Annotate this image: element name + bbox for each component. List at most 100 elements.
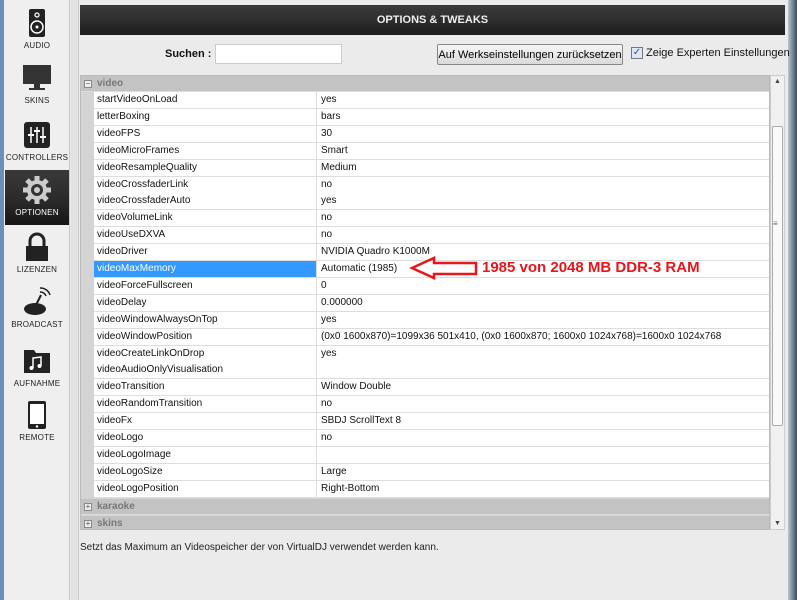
- group-label: karaoke: [97, 500, 135, 512]
- setting-value[interactable]: Smart: [317, 143, 769, 159]
- setting-value[interactable]: (0x0 1600x870)=1099x36 501x410, (0x0 160…: [317, 329, 769, 345]
- scroll-up-icon[interactable]: ▲: [774, 78, 781, 85]
- sidebar-item-skins[interactable]: SKINS: [5, 63, 69, 105]
- setting-name: videoLogo: [94, 430, 317, 446]
- setting-name: videoLogoImage: [94, 446, 317, 463]
- speaker-icon: [29, 9, 45, 37]
- setting-value[interactable]: 0.000000: [317, 295, 769, 311]
- sidebar-item-label: OPTIONEN: [15, 208, 59, 217]
- setting-name: videoFx: [94, 413, 317, 430]
- table-row[interactable]: videoDelay 0.000000: [94, 294, 769, 312]
- setting-name: videoMicroFrames: [94, 142, 317, 159]
- setting-value[interactable]: Window Double: [317, 379, 769, 395]
- setting-name: videoForceFullscreen: [94, 277, 317, 294]
- setting-value[interactable]: no: [317, 177, 769, 193]
- sidebar-item-optionen[interactable]: OPTIONEN: [5, 170, 69, 225]
- setting-value[interactable]: Right-Bottom: [317, 481, 769, 497]
- setting-value[interactable]: yes: [317, 193, 769, 209]
- sidebar-separator: [71, 0, 79, 600]
- search-label: Suchen :: [165, 48, 212, 60]
- group-label: video: [97, 78, 124, 89]
- table-row[interactable]: startVideoOnLoad yes: [94, 92, 769, 109]
- sidebar-item-controllers[interactable]: CONTROLLERS: [5, 120, 69, 162]
- setting-value[interactable]: yes: [317, 312, 769, 328]
- table-row[interactable]: videoAudioOnlyVisualisation: [94, 362, 769, 380]
- scrollbar-thumb[interactable]: [772, 126, 783, 426]
- table-row[interactable]: videoCrossfaderAuto yes: [94, 193, 769, 211]
- table-row[interactable]: videoResampleQuality Medium: [94, 159, 769, 177]
- sidebar-item-label: SKINS: [24, 96, 50, 105]
- group-karaoke[interactable]: + karaoke: [81, 498, 769, 515]
- setting-description: Setzt das Maximum an Videospeicher der v…: [80, 542, 439, 553]
- reset-defaults-button[interactable]: Auf Werkseinstellungen zurücksetzen: [437, 44, 623, 65]
- lock-icon: [26, 232, 48, 261]
- expand-icon[interactable]: +: [84, 502, 92, 511]
- grip-icon: ≡: [773, 219, 778, 228]
- table-row[interactable]: videoVolumeLink no: [94, 210, 769, 228]
- sidebar-item-remote[interactable]: REMOTE: [5, 400, 69, 442]
- table-row[interactable]: videoWindowPosition (0x0 1600x870)=1099x3…: [94, 328, 769, 346]
- table-row[interactable]: videoLogoPosition Right-Bottom: [94, 480, 769, 498]
- setting-value[interactable]: [317, 362, 769, 378]
- scroll-down-icon[interactable]: ▼: [774, 520, 781, 527]
- setting-value[interactable]: no: [317, 210, 769, 226]
- setting-value[interactable]: no: [317, 430, 769, 446]
- sliders-icon: [24, 122, 50, 148]
- table-row[interactable]: videoFx SBDJ ScrollText 8: [94, 413, 769, 431]
- setting-value[interactable]: NVIDIA Quadro K1000M: [317, 244, 769, 260]
- gear-icon: [23, 176, 51, 204]
- broadcast-icon: [24, 287, 51, 315]
- setting-value[interactable]: Medium: [317, 160, 769, 176]
- table-row[interactable]: videoCrossfaderLink no: [94, 176, 769, 194]
- tablet-icon: [28, 401, 46, 429]
- table-row[interactable]: videoRandomTransition no: [94, 396, 769, 414]
- setting-value[interactable]: bars: [317, 109, 769, 125]
- setting-name: videoResampleQuality: [94, 159, 317, 176]
- checkbox-checked-icon[interactable]: ✓: [631, 47, 643, 59]
- setting-value[interactable]: [317, 447, 769, 463]
- table-row[interactable]: videoTransition Window Double: [94, 379, 769, 397]
- setting-value[interactable]: no: [317, 396, 769, 412]
- sidebar-item-label: CONTROLLERS: [5, 153, 69, 162]
- setting-name: startVideoOnLoad: [94, 92, 317, 108]
- table-row[interactable]: videoForceFullscreen 0: [94, 277, 769, 295]
- setting-name: videoCreateLinkOnDrop: [94, 345, 317, 362]
- setting-value[interactable]: 0: [317, 278, 769, 294]
- table-row[interactable]: videoFPS 30: [94, 125, 769, 143]
- group-skins[interactable]: + skins: [81, 515, 769, 529]
- sidebar-item-audio[interactable]: AUDIO: [5, 8, 69, 50]
- window-border-right: [788, 0, 797, 600]
- expert-settings-label: Zeige Experten Einstellungen: [646, 47, 790, 59]
- setting-value[interactable]: 30: [317, 126, 769, 142]
- sidebar-item-label: BROADCAST: [11, 320, 63, 329]
- setting-value[interactable]: no: [317, 227, 769, 243]
- table-row[interactable]: videoWindowAlwaysOnTop yes: [94, 311, 769, 329]
- table-row[interactable]: videoCreateLinkOnDrop yes: [94, 345, 769, 363]
- table-row[interactable]: letterBoxing bars: [94, 108, 769, 126]
- group-video[interactable]: − video: [81, 76, 769, 92]
- table-row[interactable]: videoLogoSize Large: [94, 463, 769, 481]
- collapse-icon[interactable]: −: [84, 80, 92, 88]
- table-row[interactable]: videoUseDXVA no: [94, 227, 769, 245]
- setting-value[interactable]: SBDJ ScrollText 8: [317, 413, 769, 429]
- setting-value[interactable]: yes: [317, 92, 769, 108]
- sidebar-item-label: AUFNAHME: [13, 379, 61, 388]
- table-row[interactable]: videoLogoImage: [94, 446, 769, 464]
- sidebar-item-broadcast[interactable]: BROADCAST: [5, 287, 69, 329]
- sidebar-item-aufnahme[interactable]: AUFNAHME: [5, 346, 69, 388]
- table-row[interactable]: videoMicroFrames Smart: [94, 142, 769, 160]
- expand-icon[interactable]: +: [84, 519, 92, 528]
- expert-settings-checkbox[interactable]: ✓ Zeige Experten Einstellungen: [631, 47, 790, 59]
- setting-name: videoCrossfaderAuto: [94, 193, 317, 210]
- table-row[interactable]: videoLogo no: [94, 430, 769, 447]
- memory-annotation: 1985 von 2048 MB DDR-3 RAM: [482, 259, 700, 276]
- music-folder-icon: [24, 350, 50, 373]
- red-arrow-annotation: [408, 256, 478, 280]
- search-input[interactable]: [215, 44, 342, 64]
- setting-value[interactable]: Large: [317, 464, 769, 480]
- sidebar-item-label: REMOTE: [19, 433, 55, 442]
- setting-name: videoLogoSize: [94, 463, 317, 480]
- setting-value[interactable]: yes: [317, 346, 769, 362]
- sidebar-item-lizenzen[interactable]: LIZENZEN: [5, 232, 69, 274]
- vertical-scrollbar[interactable]: ▲ ≡ ▼: [770, 75, 785, 530]
